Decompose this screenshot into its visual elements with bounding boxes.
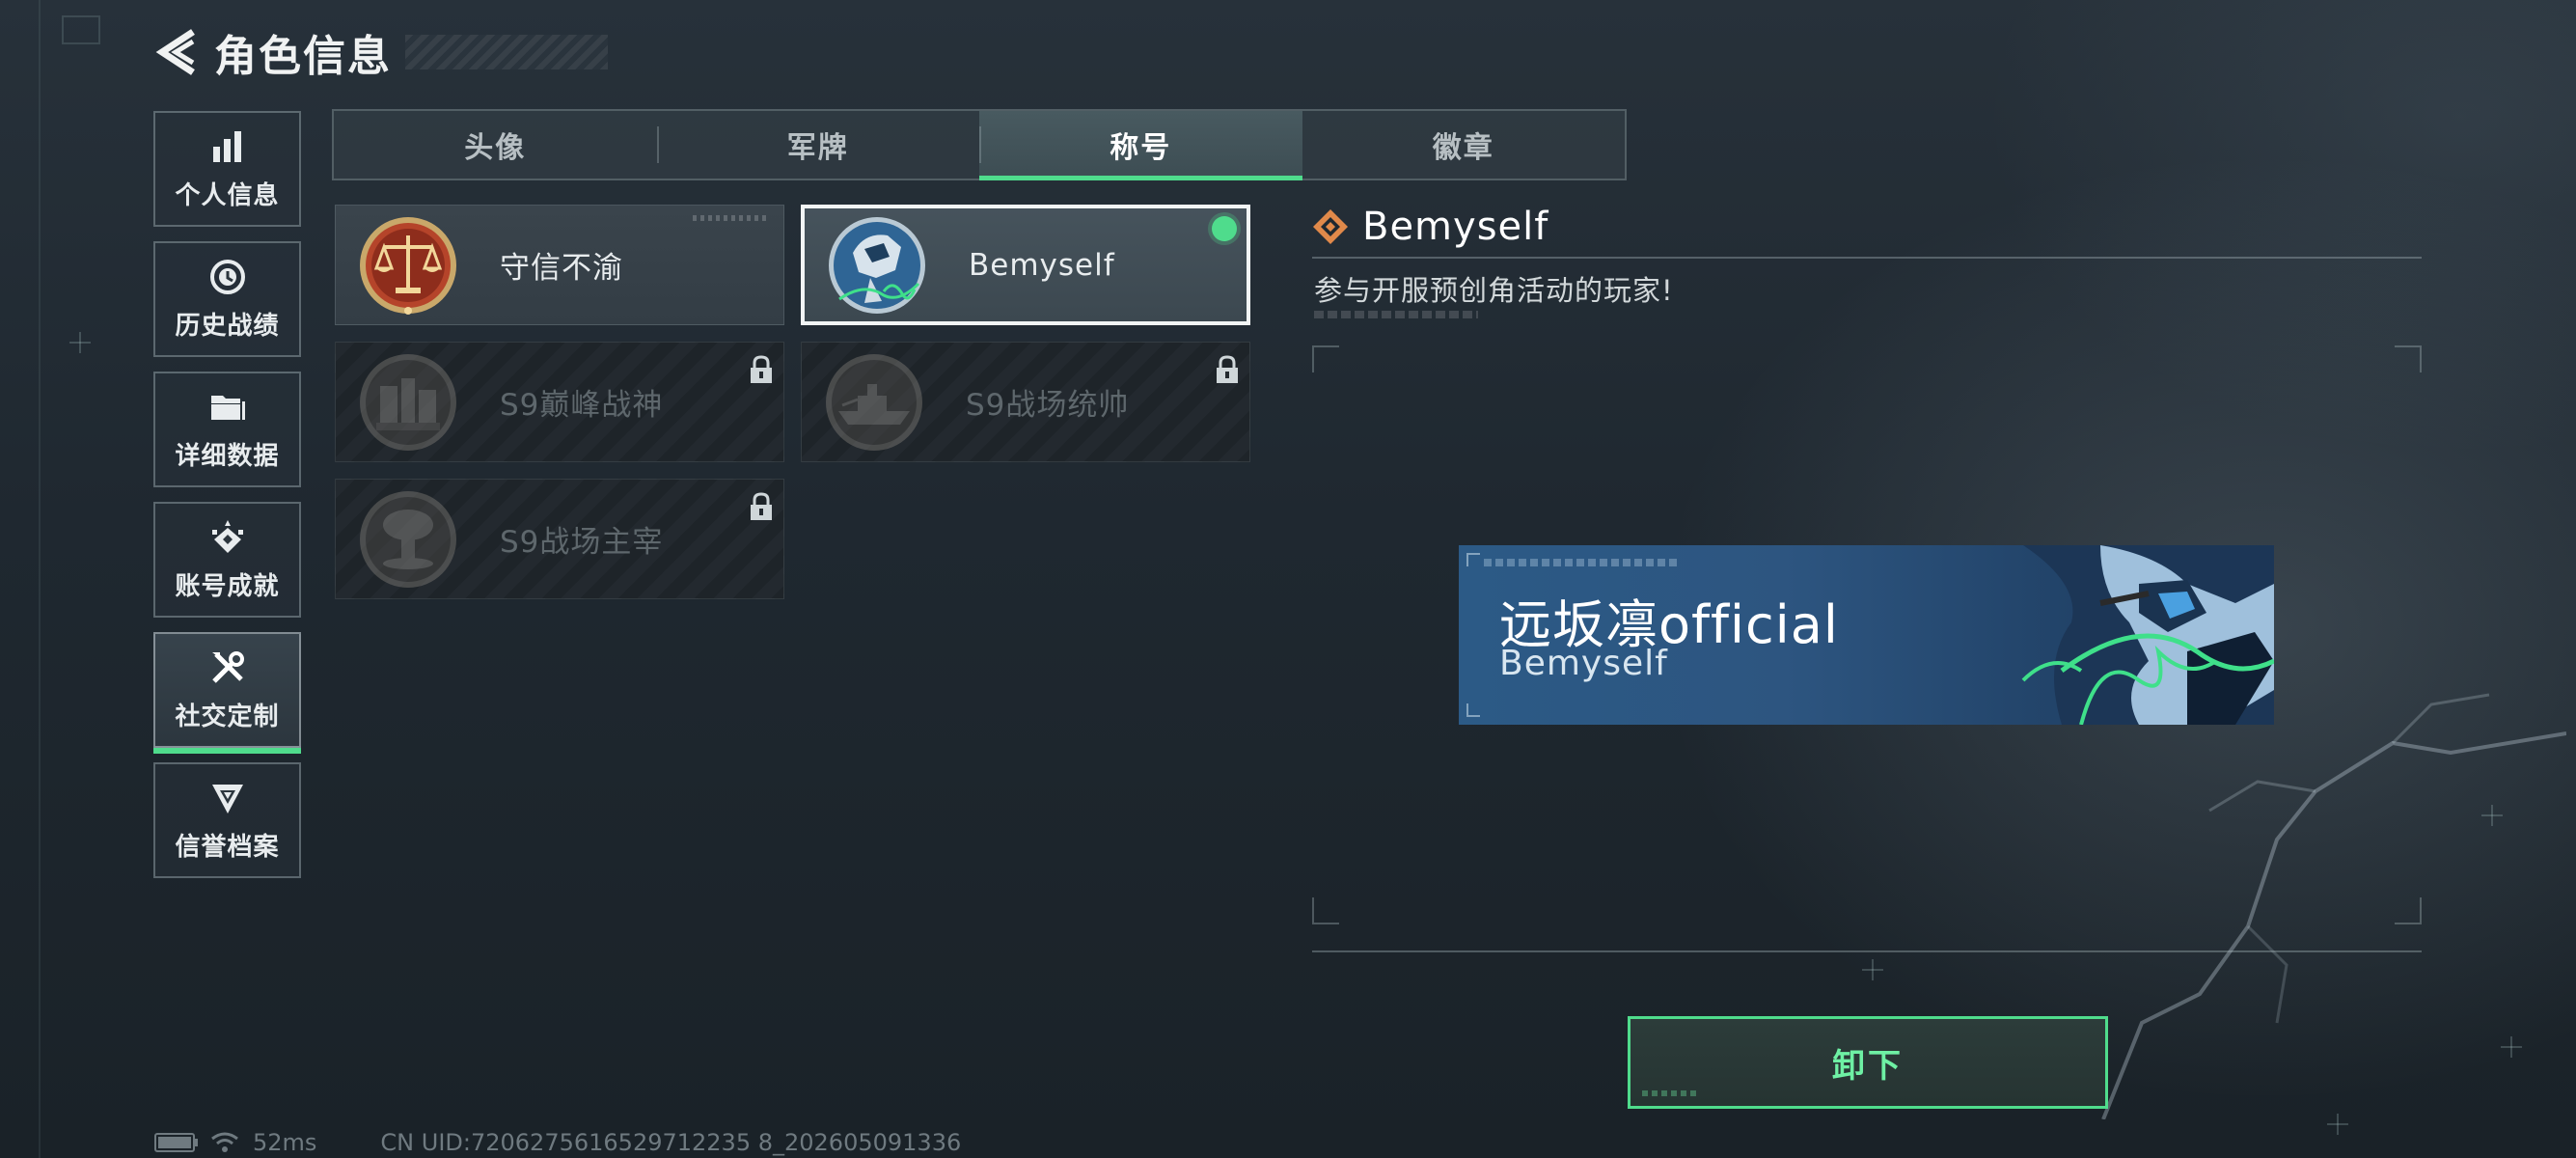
tools-icon [211, 650, 244, 683]
title-card-s9-peak-warrior[interactable]: S9巅峰战神 [335, 342, 784, 462]
detail-divider [1312, 257, 2422, 259]
achievement-icon [211, 519, 243, 553]
lock-icon [751, 492, 772, 520]
tab-avatar[interactable]: 头像 [334, 111, 657, 179]
fortress-medal-icon [360, 353, 456, 451]
title-banner-preview: 远坂凛official Bemyself [1459, 545, 2274, 725]
page-title: 角色信息 [214, 32, 392, 81]
lock-icon [1217, 355, 1238, 383]
frame-corner [2395, 345, 2422, 372]
bg-divider [39, 0, 41, 1158]
sidebar-item-label: 账号成就 [175, 571, 280, 601]
banner-title: Bemyself [1499, 644, 1668, 683]
diamond-title-icon [1313, 209, 1348, 244]
code-decoration [1484, 559, 1677, 566]
tab-title[interactable]: 称号 [979, 111, 1302, 180]
title-card-label: S9巅峰战神 [500, 388, 664, 423]
tab-label: 称号 [1110, 131, 1172, 165]
banner-corner [1466, 553, 1480, 566]
unequip-button-label: 卸下 [1832, 1046, 1904, 1086]
title-card-s9-dominator[interactable]: S9战场主宰 [335, 479, 784, 599]
sidebar-item-history[interactable]: 历史战绩 [153, 241, 301, 357]
mushroom-cloud-medal-icon [360, 490, 456, 588]
mech-medal-icon [829, 216, 925, 314]
sidebar-item-label: 信誉档案 [175, 832, 280, 862]
warship-medal-icon [826, 353, 922, 451]
title-card-label: S9战场统帅 [966, 388, 1130, 423]
banner-corner [1466, 703, 1480, 717]
wifi-icon [211, 1132, 238, 1152]
sidebar-item-social-custom[interactable]: 社交定制 [153, 632, 301, 754]
frame-corner [2395, 897, 2422, 924]
scales-medal-icon [360, 216, 456, 315]
title-card-bemyself[interactable]: Bemyself [801, 205, 1250, 325]
battery-icon [154, 1133, 198, 1152]
sidebar-item-reputation[interactable]: 信誉档案 [153, 762, 301, 878]
sidebar-item-label: 社交定制 [175, 702, 280, 731]
sidebar: 个人信息 历史战绩 详细数据 账号成就 社交定制 信誉档案 [153, 111, 301, 893]
status-bar: 52ms CN UID:7206275616529712235 8_202605… [154, 1129, 961, 1156]
tab-label: 军牌 [786, 131, 849, 165]
tab-label: 头像 [464, 131, 527, 165]
frame-corner [1312, 897, 1339, 924]
bar-chart-icon [212, 130, 241, 162]
ping-value: 52ms [253, 1129, 317, 1156]
lock-icon [751, 355, 772, 383]
code-decoration [1642, 1090, 1700, 1096]
title-card-s9-commander[interactable]: S9战场统帅 [801, 342, 1250, 462]
frame-corner [1312, 345, 1339, 372]
detail-divider [1312, 951, 2422, 952]
reputation-icon [211, 784, 243, 813]
detail-title-name: Bemyself [1362, 205, 1549, 249]
title-card-integrity[interactable]: 守信不渝 [335, 205, 784, 325]
unequip-button[interactable]: 卸下 [1628, 1016, 2108, 1109]
title-stripe-decoration [405, 35, 608, 69]
sidebar-item-achievements[interactable]: 账号成就 [153, 502, 301, 618]
tab-dog-tag[interactable]: 军牌 [656, 111, 980, 179]
folder-icon [210, 395, 245, 420]
tab-bar: 头像 军牌 称号 徽章 [332, 109, 1627, 180]
title-card-label: 守信不渝 [500, 251, 623, 286]
tab-label: 徽章 [1432, 131, 1494, 165]
user-uid: CN UID:7206275616529712235 8_20260509133… [380, 1129, 962, 1156]
back-arrow-icon[interactable] [154, 28, 199, 76]
sidebar-item-label: 个人信息 [175, 180, 280, 210]
code-decoration [1314, 311, 1478, 318]
equipped-indicator-icon [1212, 216, 1237, 241]
sidebar-item-detail-data[interactable]: 详细数据 [153, 372, 301, 487]
bg-corner-decoration [62, 15, 100, 44]
title-card-label: Bemyself [969, 247, 1115, 283]
title-card-label: S9战场主宰 [500, 525, 664, 560]
history-clock-icon [209, 259, 245, 294]
detail-header: Bemyself [1312, 203, 2422, 251]
code-decoration [693, 215, 770, 221]
bg-cross-decoration [69, 332, 91, 353]
tab-badge[interactable]: 徽章 [1302, 111, 1626, 179]
sidebar-item-personal-info[interactable]: 个人信息 [153, 111, 301, 227]
sidebar-item-label: 详细数据 [175, 441, 280, 471]
page-header: 角色信息 [154, 23, 608, 81]
detail-description: 参与开服预创角活动的玩家! [1314, 274, 1674, 307]
sidebar-item-label: 历史战绩 [175, 311, 280, 341]
